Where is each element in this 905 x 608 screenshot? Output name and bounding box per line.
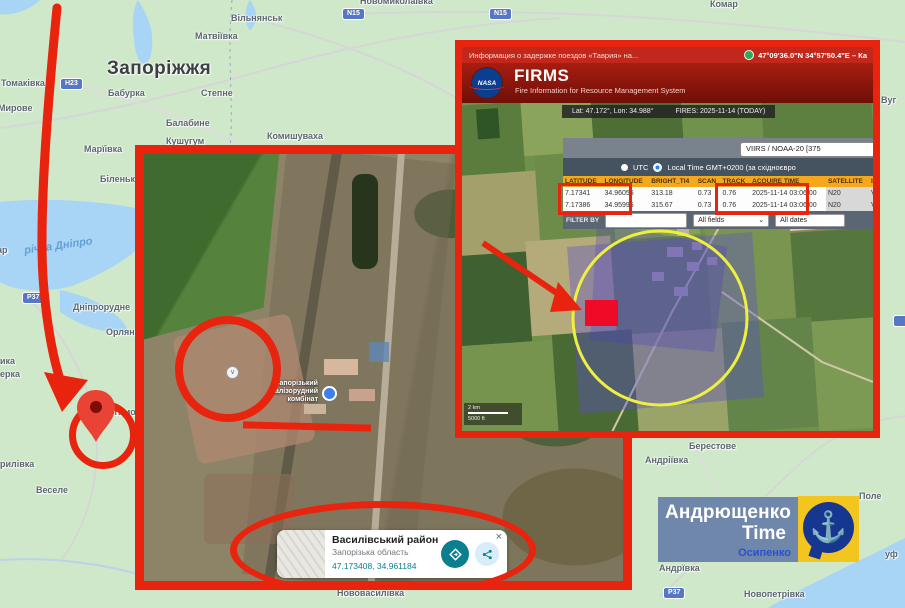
map-label: Вуг — [881, 95, 896, 105]
screenshot-root: Новомиколаївка Комар Вільнянськ Матвіївк… — [0, 0, 905, 608]
map-label: Степне — [201, 88, 233, 98]
directions-button[interactable] — [441, 540, 469, 568]
close-icon[interactable]: × — [496, 531, 502, 543]
road-badge-n15: N15 — [489, 8, 512, 20]
firms-status-bar: Lat: 47.172°, Lon: 34.988° FIRES: 2025-1… — [562, 105, 775, 118]
browser-tab-2-label: 47°09'36.0"N 34°57'50.4"E – Ка — [758, 51, 867, 60]
firms-header-banner: NASA FIRMS Fire Information for Resource… — [462, 63, 873, 103]
sat-building — [324, 359, 358, 375]
cell: VII — [869, 187, 880, 199]
statusbar-fires: FIRES: 2025-11-14 (TODAY) — [676, 108, 766, 115]
chevron-down-icon: ⌄ — [758, 216, 764, 224]
browser-tab-2[interactable]: 47°09'36.0"N 34°57'50.4"E – Ка — [744, 50, 873, 60]
share-icon — [482, 549, 493, 560]
map-label: Андріївка — [645, 455, 688, 465]
card-subtitle: Запорізька область — [332, 547, 439, 557]
map-label: Андрївка — [659, 563, 700, 573]
statusbar-latlon: Lat: 47.172°, Lon: 34.988° — [572, 108, 654, 115]
col-instrument[interactable]: IN — [869, 176, 880, 187]
map-label: уф — [885, 549, 898, 559]
nasa-logo-text: NASA — [478, 80, 496, 87]
map-label: рилівка — [0, 459, 34, 469]
poi-marker-icon[interactable] — [322, 386, 337, 401]
local-time-label: Local Time GMT+0200 (за східноєвро — [667, 163, 795, 172]
map-label: Берестове — [689, 441, 736, 451]
anchor-icon: ⚓ — [810, 510, 847, 545]
map-label: Матвіївка — [195, 31, 238, 41]
browser-tab-1[interactable]: Информация о задержке поездов «Таврия» н… — [462, 51, 744, 60]
map-label: Комар — [710, 0, 738, 9]
scale-line — [468, 412, 508, 414]
time-toggle-bar: UTC Local Time GMT+0200 (за східноєвро — [563, 158, 880, 176]
card-coordinates-link[interactable]: 47.173408, 34.961184 — [332, 561, 439, 571]
all-dates-select[interactable]: All dates — [775, 214, 845, 227]
browser-tab-bar: Информация о задержке поездов «Таврия» н… — [462, 47, 873, 63]
map-label: Вільнянськ — [231, 13, 282, 23]
channel-logo: Андрющенко Time Осипенко ⚓ — [658, 497, 859, 562]
red-highlight-coordinates — [558, 183, 632, 215]
cell: 315.67 — [649, 199, 695, 211]
firms-title: FIRMS — [514, 66, 569, 86]
utc-radio[interactable] — [621, 164, 628, 171]
scale-ft: 5000 ft — [468, 416, 518, 422]
map-label: Новопетрівка — [744, 589, 805, 599]
nasa-logo: NASA — [472, 68, 502, 98]
card-title: Василівський район — [332, 534, 439, 546]
all-fields-value: All fields — [698, 217, 724, 224]
sat-trees — [352, 174, 378, 269]
map-label: Веселе — [36, 485, 68, 495]
cell: VII — [869, 199, 880, 211]
logo-line1: Андрющенко — [665, 502, 791, 524]
logo-emblem-box: ⚓ — [798, 496, 859, 562]
road-badge-partial — [893, 315, 905, 327]
logo-text-box: Андрющенко Time Осипенко — [658, 497, 798, 562]
map-label: Поле — [859, 491, 881, 501]
col-bright-ti4[interactable]: BRIGHT_TI4 — [649, 176, 695, 187]
scale-km: 2 km — [468, 405, 518, 411]
road-badge-n15: N15 — [342, 8, 365, 20]
local-time-radio[interactable] — [653, 163, 662, 172]
map-pin-icon — [74, 388, 120, 446]
filter-by-label: FILTER BY — [566, 217, 599, 224]
logo-line2: Time — [742, 523, 786, 545]
place-info-card: Василівський район Запорізька область 47… — [277, 530, 507, 578]
utc-label: UTC — [633, 163, 648, 172]
cell: 313.18 — [649, 187, 695, 199]
firms-subtitle: Fire Information for Resource Management… — [515, 86, 686, 95]
sat-building — [304, 404, 326, 414]
share-button[interactable] — [475, 542, 499, 566]
all-dates-value: All dates — [780, 217, 807, 224]
cell: N20 — [826, 199, 869, 211]
sat-blue-roof — [369, 342, 389, 362]
map-label: Комишуваха — [267, 131, 323, 141]
card-thumbnail — [277, 530, 325, 578]
red-highlight-acquire-time — [715, 183, 809, 215]
red-arrow-annotation — [0, 0, 140, 430]
map-label: Балабине — [166, 118, 210, 128]
layer-select-dropdown[interactable]: VIIRS / NOAA-20 [375 — [740, 142, 880, 157]
directions-icon — [449, 548, 462, 561]
map-pin-favicon — [744, 50, 754, 60]
cell: N20 — [826, 187, 869, 199]
red-circle-annotation — [175, 316, 281, 422]
logo-byline: Осипенко — [738, 547, 791, 559]
all-fields-select[interactable]: All fields ⌄ — [693, 214, 769, 227]
map-scale-bar: 2 km 5000 ft — [464, 403, 522, 425]
firms-browser-inset: Информация о задержке поездов «Таврия» н… — [455, 40, 880, 438]
map-label: Новомиколаївка — [360, 0, 433, 6]
sat-building — [349, 389, 375, 401]
road-badge-p37: P37 — [663, 587, 685, 599]
col-satellite[interactable]: SATELLITE — [826, 176, 869, 187]
anchor-emblem: ⚓ — [803, 502, 854, 553]
